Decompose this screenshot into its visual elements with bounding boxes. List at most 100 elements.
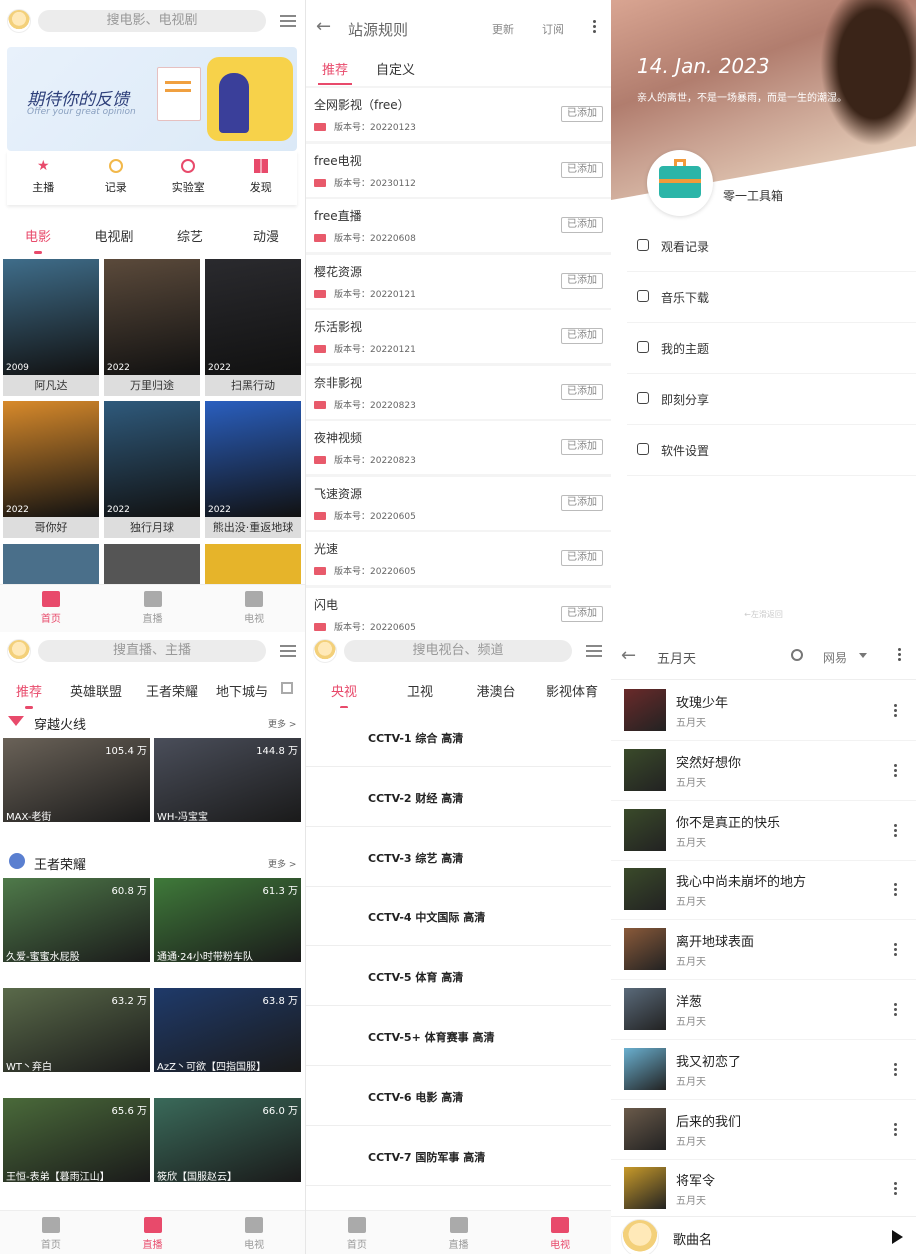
user-avatar[interactable] — [7, 9, 31, 33]
filter-icon[interactable] — [280, 14, 296, 28]
added-button[interactable]: 已添加 — [561, 161, 603, 178]
channel-item[interactable]: CCTV-7 国防军事 高清 — [306, 1126, 611, 1186]
song-more-icon[interactable] — [894, 1182, 898, 1196]
channel-item[interactable]: CCTV-5 体育 高清 — [306, 947, 611, 1007]
tab-film-sports[interactable]: 影视体育 — [534, 681, 610, 700]
channel-item[interactable]: CCTV-4 中文国际 高清 — [306, 887, 611, 947]
live-card[interactable]: 105.4 万 MAX-老街 — [3, 738, 150, 844]
quick-item-discover[interactable]: 发现 — [225, 151, 298, 205]
menu-item-4[interactable]: 软件设置 — [627, 426, 916, 476]
nav-home[interactable]: 首页 — [0, 585, 102, 632]
added-button[interactable]: 已添加 — [561, 494, 603, 511]
added-button[interactable]: 已添加 — [561, 383, 603, 400]
search-query[interactable]: 五月天 — [657, 648, 696, 667]
song-item[interactable]: 我又初恋了 五月天 — [611, 1040, 916, 1100]
movie-card[interactable]: 2022 熊出没·重返地球 — [205, 401, 301, 538]
more-link[interactable]: 更多 > — [268, 717, 296, 730]
movie-card[interactable]: 2022 独行月球 — [104, 401, 200, 538]
filter-icon[interactable] — [280, 644, 296, 658]
movie-card[interactable]: 2022 哥你好 — [3, 401, 99, 538]
more-icon[interactable] — [898, 648, 902, 662]
nav-live[interactable]: 直播 — [102, 585, 204, 632]
tab-honor-of-kings[interactable]: 王者荣耀 — [134, 681, 210, 700]
tab-dnf[interactable]: 地下城与 — [210, 681, 274, 700]
category-grid-icon[interactable] — [281, 682, 293, 694]
song-more-icon[interactable] — [894, 823, 898, 838]
channel-item[interactable]: CCTV-2 财经 高清 — [306, 767, 611, 827]
menu-item-1[interactable]: 音乐下载 — [627, 273, 916, 323]
added-button[interactable]: 已添加 — [561, 106, 603, 122]
nav-home[interactable]: 首页 — [306, 1211, 408, 1254]
song-more-icon[interactable] — [894, 704, 898, 718]
menu-item-3[interactable]: 即刻分享 — [627, 375, 916, 425]
song-item[interactable]: 后来的我们 五月天 — [611, 1100, 916, 1160]
nav-home[interactable]: 首页 — [0, 1211, 102, 1254]
menu-item-0[interactable]: 观看记录 — [627, 222, 916, 272]
movie-card[interactable]: 2009 阿凡达 — [3, 259, 99, 396]
live-card[interactable]: 60.8 万久爱-蜜蜜水屁股 — [3, 878, 150, 984]
tab-custom[interactable]: 自定义 — [376, 59, 415, 78]
mini-player[interactable]: 歌曲名 — [611, 1216, 916, 1254]
song-item[interactable]: 我心中尚未崩坏的地方 五月天 — [611, 861, 916, 921]
live-card[interactable]: 144.8 万 WH-冯宝宝 — [154, 738, 301, 844]
added-button[interactable]: 已添加 — [561, 439, 603, 455]
nav-tv[interactable]: 电视 — [203, 1211, 305, 1254]
user-avatar[interactable] — [313, 639, 337, 663]
live-card[interactable]: 63.2 万 WT丶弃白 — [3, 988, 150, 1094]
subscribe-button[interactable]: 订阅 — [542, 21, 564, 37]
song-item[interactable]: 你不是真正的快乐 五月天 — [611, 801, 916, 861]
song-more-icon[interactable] — [894, 1122, 898, 1137]
tab-hk-macau-tw[interactable]: 港澳台 — [458, 681, 534, 700]
tab-cctv[interactable]: 央视 — [306, 681, 382, 709]
song-more-icon[interactable] — [894, 763, 898, 778]
channel-item[interactable]: CCTV-3 综艺 高清 — [306, 827, 611, 887]
nav-tv[interactable]: 电视 — [203, 585, 305, 632]
added-button[interactable]: 已添加 — [561, 550, 603, 566]
play-icon[interactable] — [892, 1230, 903, 1244]
menu-item-2[interactable]: 我的主题 — [627, 324, 916, 374]
channel-item[interactable]: CCTV-1 综合 高清 — [306, 708, 611, 767]
quick-item-history[interactable]: 记录 — [80, 151, 153, 205]
provider-select[interactable]: 网易 — [823, 649, 847, 666]
song-more-icon[interactable] — [894, 883, 898, 897]
added-button[interactable]: 已添加 — [561, 272, 603, 289]
live-card[interactable]: 63.8 万 AzZ丶可欲【四指国服】 — [154, 988, 301, 1094]
tab-recommended[interactable]: 推荐 — [0, 681, 58, 709]
live-card[interactable]: 65.6 万王恒-表弟【暮雨江山】 — [3, 1098, 150, 1204]
song-more-icon[interactable] — [894, 1062, 898, 1077]
nav-tv[interactable]: 电视 — [509, 1211, 611, 1254]
search-input[interactable]: 搜直播、主播 — [38, 640, 266, 662]
update-button[interactable]: 更新 — [492, 21, 514, 37]
song-item[interactable]: 玫瑰少年 五月天 — [611, 682, 916, 741]
song-item[interactable]: 突然好想你 五月天 — [611, 741, 916, 801]
song-more-icon[interactable] — [894, 943, 898, 957]
back-arrow-icon[interactable]: ← — [316, 16, 331, 37]
tab-variety[interactable]: 综艺 — [152, 226, 228, 245]
tab-anime[interactable]: 动漫 — [228, 226, 304, 245]
live-card[interactable]: 66.0 万筱欣【国服赵云】 — [154, 1098, 301, 1204]
added-button[interactable]: 已添加 — [561, 217, 603, 233]
song-item[interactable]: 将军令 五月天 — [611, 1160, 916, 1220]
more-icon[interactable] — [593, 20, 597, 34]
added-button[interactable]: 已添加 — [561, 605, 603, 622]
quick-item-lab[interactable]: 实验室 — [152, 151, 225, 205]
tab-satellite[interactable]: 卫视 — [382, 681, 458, 700]
song-item[interactable]: 洋葱 五月天 — [611, 981, 916, 1040]
more-link[interactable]: 更多 > — [268, 857, 296, 870]
tab-recommended[interactable]: 推荐 — [322, 59, 348, 78]
feedback-banner[interactable]: 期待你的反馈 Offer your great opinion — [7, 47, 297, 151]
quick-item-anchor[interactable]: ★ 主播 — [7, 151, 80, 205]
back-arrow-icon[interactable]: ← — [621, 645, 636, 666]
user-avatar[interactable] — [7, 639, 31, 663]
tab-tv-series[interactable]: 电视剧 — [76, 226, 152, 245]
tab-lol[interactable]: 英雄联盟 — [58, 681, 134, 700]
nav-live[interactable]: 直播 — [408, 1211, 510, 1254]
nav-live[interactable]: 直播 — [102, 1211, 204, 1254]
channel-item[interactable]: CCTV-5+ 体育赛事 高清 — [306, 1007, 611, 1066]
channel-item[interactable]: CCTV-6 电影 高清 — [306, 1066, 611, 1126]
movie-card[interactable]: 2022 扫黑行动 — [205, 259, 301, 396]
search-input[interactable]: 搜电影、电视剧 — [38, 10, 266, 32]
movie-card[interactable]: 2022 万里归途 — [104, 259, 200, 396]
search-input[interactable]: 搜电视台、频道 — [344, 640, 572, 662]
live-card[interactable]: 61.3 万通通·24小时带粉车队 — [154, 878, 301, 984]
